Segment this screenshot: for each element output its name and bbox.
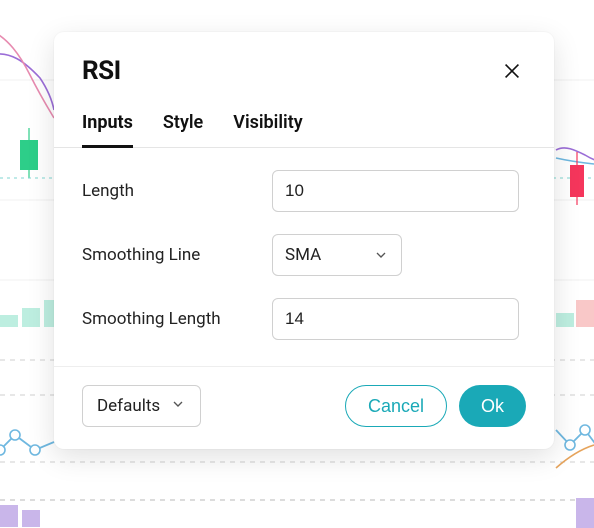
smoothing-length-label: Smoothing Length <box>82 309 252 329</box>
smoothing-line-select[interactable]: SMA <box>272 234 402 276</box>
smoothing-line-label: Smoothing Line <box>82 245 252 265</box>
tab-visibility[interactable]: Visibility <box>233 96 302 148</box>
tab-inputs[interactable]: Inputs <box>82 96 133 148</box>
cancel-button[interactable]: Cancel <box>345 385 447 427</box>
length-label: Length <box>82 181 252 201</box>
defaults-dropdown[interactable]: Defaults <box>82 385 201 427</box>
close-icon[interactable] <box>498 57 526 85</box>
chevron-down-icon <box>373 247 389 263</box>
ok-button[interactable]: Ok <box>459 385 526 427</box>
smoothing-length-input[interactable] <box>272 298 519 340</box>
tab-style[interactable]: Style <box>163 96 203 148</box>
defaults-label: Defaults <box>97 396 160 416</box>
length-input[interactable] <box>272 170 519 212</box>
smoothing-line-value: SMA <box>285 245 321 265</box>
tab-bar: Inputs Style Visibility <box>54 96 554 148</box>
dialog-title: RSI <box>82 56 121 86</box>
indicator-settings-dialog: RSI Inputs Style Visibility Length Smoot… <box>54 32 554 449</box>
chevron-down-icon <box>170 396 186 417</box>
